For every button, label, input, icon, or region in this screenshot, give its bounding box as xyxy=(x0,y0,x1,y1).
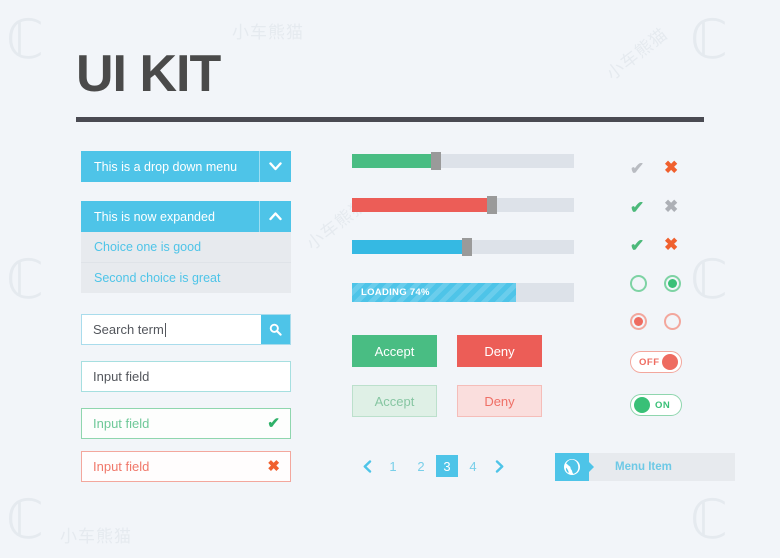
slider-fill xyxy=(352,198,492,212)
toggle-knob[interactable] xyxy=(634,397,650,413)
dropdown-expanded[interactable]: This is now expanded xyxy=(81,201,291,232)
radio-green-selected[interactable] xyxy=(664,275,681,292)
input-field-error-value: Input field xyxy=(93,459,150,474)
radio-dot xyxy=(634,317,643,326)
text-caret xyxy=(164,322,166,337)
check-icon-active[interactable]: ✔ xyxy=(630,199,644,216)
title-divider xyxy=(76,117,704,122)
slider-handle[interactable] xyxy=(462,238,473,256)
dropdown-expanded-label: This is now expanded xyxy=(94,209,215,224)
watermark: ℂ xyxy=(690,10,728,70)
slider-handle[interactable] xyxy=(486,196,497,214)
check-icon-active-2[interactable]: ✔ xyxy=(630,237,644,254)
input-field-default-value: Input field xyxy=(93,369,150,384)
slider-blue[interactable] xyxy=(352,238,574,256)
watermark: ℂ xyxy=(690,250,728,310)
dropdown-collapsed-label: This is a drop down menu xyxy=(94,159,238,174)
radio-green-empty[interactable] xyxy=(630,275,647,292)
cross-icon: ✖ xyxy=(267,458,280,475)
dropdown-option-list: Choice one is good Second choice is grea… xyxy=(81,232,291,293)
page-title: UI KIT xyxy=(76,45,221,103)
menu-item-label: Menu Item xyxy=(589,453,735,481)
slider-red[interactable] xyxy=(352,196,574,214)
progress-label: LOADING 74% xyxy=(361,287,430,298)
radio-red-selected[interactable] xyxy=(630,313,647,330)
check-icon: ✔ xyxy=(267,415,280,432)
deny-button-ghost[interactable]: Deny xyxy=(457,385,542,417)
toggle-knob[interactable] xyxy=(662,354,678,370)
chevron-down-icon[interactable] xyxy=(259,151,291,182)
dropdown-option-2[interactable]: Second choice is great xyxy=(81,262,291,293)
accept-button[interactable]: Accept xyxy=(352,335,437,367)
cross-icon-active[interactable]: ✖ xyxy=(664,159,678,176)
radio-red-empty[interactable] xyxy=(664,313,681,330)
page-2[interactable]: 2 xyxy=(408,455,434,477)
deny-button[interactable]: Deny xyxy=(457,335,542,367)
toggle-off-label: OFF xyxy=(639,356,660,368)
search-input-value: Search term xyxy=(93,322,164,337)
cross-icon-inactive[interactable]: ✖ xyxy=(664,198,678,215)
input-field-valid-value: Input field xyxy=(93,416,150,431)
slider-green[interactable] xyxy=(352,152,574,170)
search-input[interactable]: Search term xyxy=(82,315,261,344)
watermark: ℂ xyxy=(6,490,44,550)
search-icon[interactable] xyxy=(261,315,290,344)
watermark: 小车熊猫 xyxy=(603,24,672,84)
check-icon-inactive[interactable]: ✔ xyxy=(630,160,644,177)
watermark: 小车熊猫 xyxy=(60,527,132,546)
toggle-on[interactable]: ON xyxy=(630,394,682,416)
page-3-active[interactable]: 3 xyxy=(436,455,458,477)
toggle-off[interactable]: OFF xyxy=(630,351,682,373)
input-field-error[interactable]: Input field ✖ xyxy=(81,451,291,482)
watermark: 小车熊猫 xyxy=(232,23,304,42)
input-field-valid[interactable]: Input field ✔ xyxy=(81,408,291,439)
search-bar[interactable]: Search term xyxy=(81,314,291,345)
dropdown-collapsed[interactable]: This is a drop down menu xyxy=(81,151,291,182)
toggle-on-label: ON xyxy=(655,399,671,411)
page-1[interactable]: 1 xyxy=(380,455,406,477)
chevron-left-icon[interactable] xyxy=(356,455,378,477)
ui-kit-page: ℂ 小车熊猫 ℂ ℂ 小车熊猫 ℂ ℂ 小车熊猫 ℂ 小车熊猫 UI KIT T… xyxy=(0,0,780,558)
chevron-right-icon[interactable] xyxy=(488,455,510,477)
dropdown-option-1[interactable]: Choice one is good xyxy=(81,232,291,262)
slider-fill xyxy=(352,240,468,254)
cross-icon-active-2[interactable]: ✖ xyxy=(664,236,678,253)
progress-fill: LOADING 74% xyxy=(352,283,517,302)
menu-item[interactable]: Menu Item xyxy=(555,453,735,481)
input-field-default[interactable]: Input field xyxy=(81,361,291,392)
watermark: ℂ xyxy=(6,10,44,70)
page-4[interactable]: 4 xyxy=(460,455,486,477)
globe-icon xyxy=(555,453,589,481)
slider-fill xyxy=(352,154,437,168)
watermark: ℂ xyxy=(6,250,44,310)
radio-dot xyxy=(668,279,677,288)
watermark: ℂ xyxy=(690,490,728,550)
slider-handle[interactable] xyxy=(431,152,442,170)
accept-button-ghost[interactable]: Accept xyxy=(352,385,437,417)
progress-bar: LOADING 74% xyxy=(352,283,574,302)
chevron-up-icon[interactable] xyxy=(259,201,291,232)
pagination: 1 2 3 4 xyxy=(356,455,510,477)
